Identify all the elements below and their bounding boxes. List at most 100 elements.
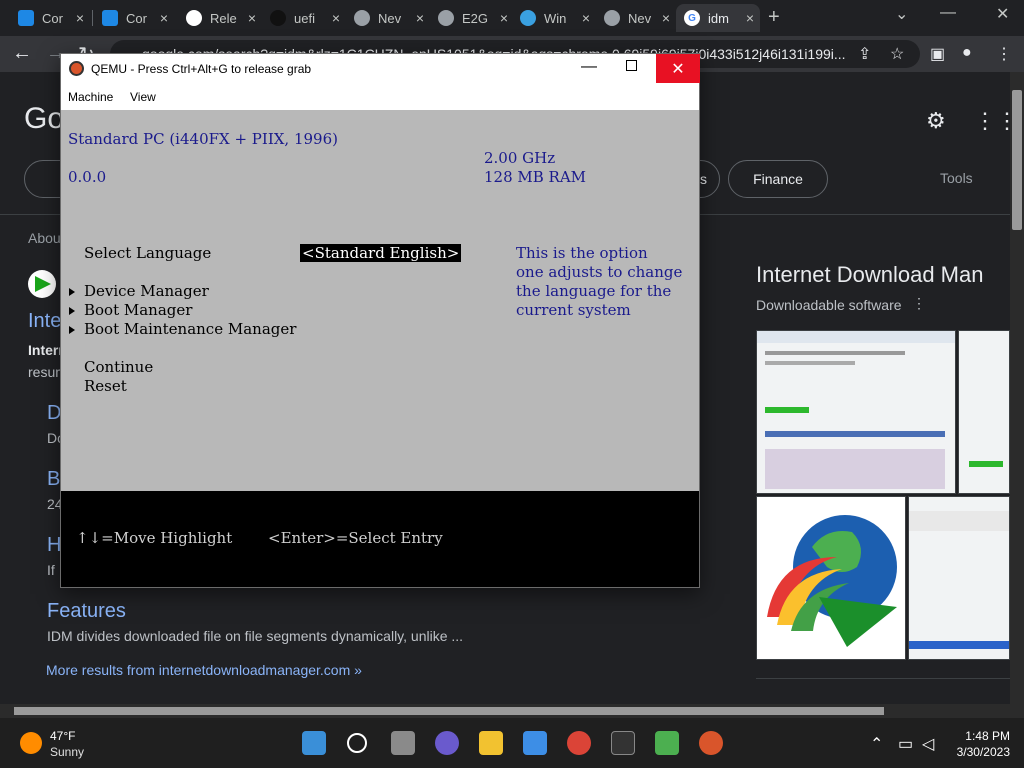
menu-boot-maintenance-manager[interactable]: Boot Maintenance Manager	[84, 320, 296, 338]
image-toolbar	[909, 511, 1009, 531]
idm-screenshot-image[interactable]	[958, 330, 1010, 494]
scrollbar-thumb[interactable]	[14, 707, 884, 715]
bookmark-star-icon[interactable]: ☆	[890, 44, 904, 64]
chevron-up-icon[interactable]: ⌃	[870, 734, 883, 754]
share-icon[interactable]: ⇪	[858, 44, 871, 64]
idm-favicon	[28, 270, 56, 298]
close-window-icon[interactable]: ✕	[996, 4, 1009, 24]
submenu-arrow-icon	[69, 307, 75, 315]
tab-new-1[interactable]: Nev ×	[346, 4, 430, 32]
maximize-button[interactable]	[626, 60, 637, 71]
search-icon[interactable]	[347, 733, 367, 753]
menu-view[interactable]: View	[130, 90, 156, 104]
sun-icon[interactable]	[20, 732, 42, 754]
google-icon: G	[684, 10, 700, 26]
idm-screenshot-image[interactable]	[756, 330, 956, 494]
sitelink-desc: IDM divides downloaded file on file segm…	[47, 628, 464, 644]
tab-win[interactable]: Win ×	[512, 4, 596, 32]
qemu-taskbar-icon[interactable]	[699, 731, 723, 755]
close-icon[interactable]: ×	[248, 10, 256, 26]
menu-boot-manager[interactable]: Boot Manager	[84, 301, 192, 319]
result-title[interactable]: Inte	[28, 310, 61, 333]
qemu-display[interactable]: Standard PC (i440FX + PIIX, 1996) 0.0.0 …	[61, 110, 699, 587]
globe-icon	[438, 10, 454, 26]
more-results-link[interactable]: More results from internetdownloadmanage…	[46, 662, 362, 678]
image-segments	[765, 431, 945, 437]
microsoft-store-icon[interactable]	[523, 731, 547, 755]
tab-releases[interactable]: Rele ×	[178, 4, 262, 32]
monitor-icon	[18, 10, 34, 26]
qemu-titlebar[interactable]: QEMU - Press Ctrl+Alt+G to release grab …	[61, 54, 700, 83]
idm-screenshot-image[interactable]	[908, 496, 1010, 660]
minimize-icon[interactable]: —	[940, 4, 956, 22]
scrollbar-thumb[interactable]	[1012, 90, 1022, 230]
minimize-button[interactable]: —	[581, 58, 597, 76]
action-continue[interactable]: Continue	[84, 358, 153, 376]
side-panel-icon[interactable]: ▣	[930, 44, 945, 64]
gear-icon[interactable]: ⚙	[926, 108, 946, 134]
sitelink[interactable]: B	[47, 468, 60, 491]
image-progress	[969, 461, 1003, 467]
tab-label: Cor	[42, 10, 63, 26]
select-language-value[interactable]: <Standard English>	[300, 244, 462, 262]
tab-idm[interactable]: G idm ×	[676, 4, 760, 32]
close-icon[interactable]: ×	[160, 10, 168, 26]
filter-chip-finance[interactable]: Finance	[728, 160, 828, 198]
clock-time[interactable]: 1:48 PM	[950, 729, 1010, 743]
task-view-icon[interactable]	[391, 731, 415, 755]
chrome-icon[interactable]	[567, 731, 591, 755]
close-icon[interactable]: ×	[746, 10, 754, 26]
bios-ram: 128 MB RAM	[484, 168, 587, 186]
windows-taskbar: 47°F Sunny ⌃ ▭ ◁ 1:48 PM 3/30/2023	[0, 718, 1024, 768]
chrome-icon	[604, 10, 620, 26]
new-tab-button[interactable]: +	[768, 6, 780, 29]
task-manager-icon[interactable]	[655, 731, 679, 755]
apps-grid-icon[interactable]: ⋮⋮	[974, 108, 1010, 134]
close-button[interactable]: ✕	[656, 54, 700, 83]
action-reset[interactable]: Reset	[84, 377, 127, 395]
volume-muted-icon[interactable]: ◁	[922, 734, 934, 754]
menu-machine[interactable]: Machine	[68, 90, 113, 104]
help-line: current system	[516, 301, 631, 319]
back-icon[interactable]: ←	[12, 42, 32, 65]
close-icon[interactable]: ×	[662, 10, 670, 26]
chevron-down-icon[interactable]: ⌄	[895, 4, 908, 24]
close-icon[interactable]: ×	[416, 10, 424, 26]
close-icon[interactable]: ×	[500, 10, 508, 26]
clock-date[interactable]: 3/30/2023	[950, 745, 1010, 759]
close-icon[interactable]: ×	[582, 10, 590, 26]
sitelink-features[interactable]: Features	[47, 600, 126, 623]
idm-logo-image[interactable]	[756, 496, 906, 660]
teams-chat-icon[interactable]	[435, 731, 459, 755]
knowledge-panel-title: Internet Download Man	[756, 262, 984, 287]
divider	[756, 678, 1010, 679]
weather-temp[interactable]: 47°F	[50, 729, 75, 743]
profile-icon[interactable]: ●	[962, 44, 972, 62]
bios-version: 0.0.0	[68, 168, 107, 186]
close-icon[interactable]: ×	[332, 10, 340, 26]
hint-move-highlight: ↑↓=Move Highlight	[76, 529, 233, 547]
kebab-menu-icon[interactable]: ⋮	[996, 44, 1012, 64]
more-options-icon[interactable]: ⋮	[912, 295, 926, 312]
tab-e2g[interactable]: E2G ×	[430, 4, 514, 32]
menu-device-manager[interactable]: Device Manager	[84, 282, 209, 300]
knowledge-panel-subtitle: Downloadable software	[756, 297, 902, 313]
tab-label: idm	[708, 10, 729, 26]
tab-new-2[interactable]: Nev ×	[596, 4, 676, 32]
image-table	[765, 449, 945, 489]
close-icon[interactable]: ×	[76, 10, 84, 26]
tools-button[interactable]: Tools	[940, 170, 973, 186]
tab-cor-1[interactable]: Cor ×	[10, 4, 90, 32]
terminal-icon[interactable]	[611, 731, 635, 755]
tab-uefi[interactable]: uefi ×	[262, 4, 346, 32]
tab-cor-2[interactable]: Cor ×	[94, 4, 174, 32]
weather-condition[interactable]: Sunny	[50, 745, 84, 759]
desktop: Cor × Cor × Rele × uefi × Nev × E2G × Wi…	[0, 0, 1024, 768]
tab-label: uefi	[294, 10, 315, 26]
tab-label: Rele	[210, 10, 237, 26]
help-line: This is the option	[516, 244, 648, 262]
display-icon[interactable]: ▭	[898, 734, 913, 754]
file-explorer-icon[interactable]	[479, 731, 503, 755]
google-logo[interactable]: Go	[24, 102, 64, 136]
start-windows-icon[interactable]	[302, 731, 326, 755]
